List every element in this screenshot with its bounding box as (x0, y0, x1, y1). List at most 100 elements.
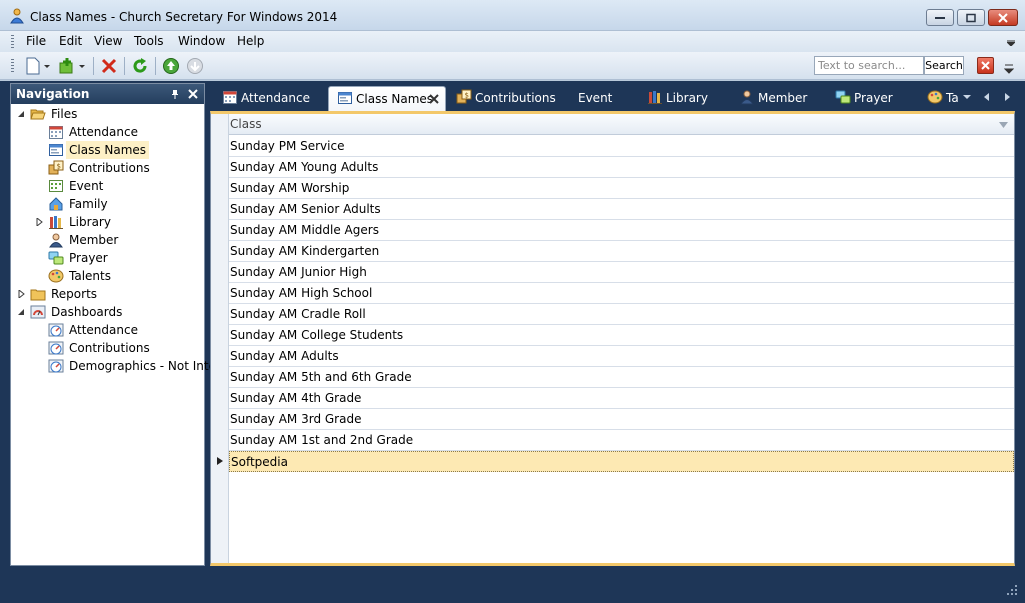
tab-label: Class Names (356, 92, 434, 106)
library-icon (647, 89, 663, 105)
search-button[interactable]: Search (924, 56, 964, 75)
menu-grip[interactable] (11, 35, 14, 49)
disabled-icon[interactable] (186, 57, 204, 75)
tab-contributions[interactable]: $ Contributions (456, 86, 556, 111)
nav-node-label: Prayer (69, 251, 108, 265)
menu-file[interactable]: File (26, 34, 46, 48)
close-icon[interactable] (429, 94, 439, 104)
table-row[interactable]: Sunday AM Kindergarten (229, 241, 1014, 262)
family-icon (48, 196, 64, 212)
tab-class-names[interactable]: Class Names (328, 86, 446, 111)
minimize-button[interactable] (926, 9, 954, 26)
nav-node-contributions[interactable]: $ Contributions (11, 159, 204, 177)
nav-node-label: Class Names (66, 141, 150, 159)
nav-node-attendance[interactable]: Attendance (11, 123, 204, 141)
table-row[interactable]: Sunday AM 5th and 6th Grade (229, 367, 1014, 388)
close-icon[interactable] (188, 89, 198, 99)
table-row[interactable]: Sunday AM Adults (229, 346, 1014, 367)
tab-prayer[interactable]: Prayer (835, 86, 893, 111)
nav-node-event[interactable]: Event (11, 177, 204, 195)
nav-node-files[interactable]: Files (11, 105, 204, 123)
tab-attendance[interactable]: Attendance (222, 86, 310, 111)
nav-node-library[interactable]: Library (11, 213, 204, 231)
column-filter-icon[interactable] (999, 122, 1008, 128)
table-row[interactable]: Sunday AM Junior High (229, 262, 1014, 283)
toolbar-overflow-icon[interactable] (1004, 63, 1014, 75)
tab-label: Attendance (241, 91, 310, 105)
add-icon[interactable] (58, 57, 76, 75)
class-grid: Class Sunday PM Service Sunday AM Young A… (210, 111, 1015, 566)
nav-node-prayer[interactable]: Prayer (11, 249, 204, 267)
collapse-icon[interactable] (17, 110, 25, 118)
toolbar-grip[interactable] (11, 59, 14, 73)
search-input[interactable] (814, 56, 924, 75)
nav-node-label: Contributions (69, 161, 150, 175)
tab-scroll-right-icon[interactable] (1002, 92, 1012, 102)
grid-header: Class (211, 114, 1014, 135)
nav-node-label: Dashboards (51, 305, 123, 319)
tab-dropdown-icon[interactable] (962, 92, 972, 102)
tab-label: Contributions (475, 91, 556, 105)
minimize-icon (935, 16, 945, 19)
table-row[interactable]: Sunday PM Service (229, 136, 1014, 157)
talents-icon (48, 268, 64, 284)
menu-window[interactable]: Window (178, 34, 225, 48)
navigation-panel: Navigation Files Attendance Class Names $ Co… (10, 83, 233, 566)
clear-search-button[interactable] (977, 57, 994, 74)
close-window-button[interactable] (988, 9, 1018, 26)
new-icon[interactable] (24, 57, 42, 75)
table-row[interactable]: Sunday AM Young Adults (229, 157, 1014, 178)
resize-grip-icon[interactable] (1007, 585, 1017, 595)
pin-icon[interactable] (170, 89, 180, 99)
nav-node-dashboards[interactable]: Dashboards (11, 303, 204, 321)
table-row[interactable]: Sunday AM 3rd Grade (229, 409, 1014, 430)
tab-member[interactable]: Member (739, 86, 807, 111)
nav-node-reports[interactable]: Reports (11, 285, 204, 303)
nav-node-member[interactable]: Member (11, 231, 204, 249)
delete-icon[interactable] (100, 57, 118, 75)
up-icon[interactable] (162, 57, 180, 75)
nav-node-family[interactable]: Family (11, 195, 204, 213)
table-row[interactable]: Sunday AM High School (229, 283, 1014, 304)
table-row[interactable]: Sunday AM Worship (229, 178, 1014, 199)
new-dropdown-icon[interactable] (43, 57, 51, 75)
tab-talents[interactable]: Ta (927, 86, 959, 111)
menu-tools[interactable]: Tools (134, 34, 164, 48)
title-bar: Class Names - Church Secretary For Windo… (0, 0, 1025, 31)
toolbar-separator (155, 57, 156, 75)
nav-node-attendance[interactable]: Attendance (11, 321, 204, 339)
column-header-class[interactable]: Class (230, 114, 262, 135)
member-icon (48, 232, 64, 248)
tab-scroll-left-icon[interactable] (982, 92, 992, 102)
tab-library[interactable]: Library (647, 86, 708, 111)
table-row[interactable]: Sunday AM Middle Agers (229, 220, 1014, 241)
table-row[interactable]: Sunday AM Senior Adults (229, 199, 1014, 220)
menu-view[interactable]: View (94, 34, 122, 48)
table-row[interactable]: Sunday AM 4th Grade (229, 388, 1014, 409)
expand-icon[interactable] (35, 218, 43, 226)
menu-help[interactable]: Help (237, 34, 264, 48)
refresh-icon[interactable] (131, 57, 149, 75)
table-row[interactable]: Sunday AM Cradle Roll (229, 304, 1014, 325)
header-indicator-cell (211, 114, 229, 135)
maximize-button[interactable] (957, 9, 985, 26)
expand-icon[interactable] (17, 290, 25, 298)
nav-node-demographics-not-inter[interactable]: Demographics - Not Inter… (11, 357, 233, 375)
tab-label: Prayer (854, 91, 893, 105)
menu-overflow-icon[interactable] (1007, 40, 1015, 46)
table-row[interactable]: Sunday AM College Students (229, 325, 1014, 346)
tab-event[interactable]: Event (578, 86, 612, 111)
close-icon (998, 12, 1008, 23)
menu-edit[interactable]: Edit (59, 34, 82, 48)
nav-node-contributions[interactable]: Contributions (11, 339, 204, 357)
collapse-icon[interactable] (17, 308, 25, 316)
table-row[interactable]: Sunday AM 1st and 2nd Grade (229, 430, 1014, 451)
folder-open-icon (30, 106, 46, 122)
table-row[interactable]: Softpedia (229, 451, 1014, 472)
nav-node-class-names[interactable]: Class Names (11, 141, 204, 159)
window-title: Class Names - Church Secretary For Windo… (30, 10, 338, 24)
add-dropdown-icon[interactable] (78, 57, 86, 75)
nav-node-label: Files (51, 107, 78, 121)
nav-node-label: Attendance (69, 323, 138, 337)
nav-node-talents[interactable]: Talents (11, 267, 204, 285)
